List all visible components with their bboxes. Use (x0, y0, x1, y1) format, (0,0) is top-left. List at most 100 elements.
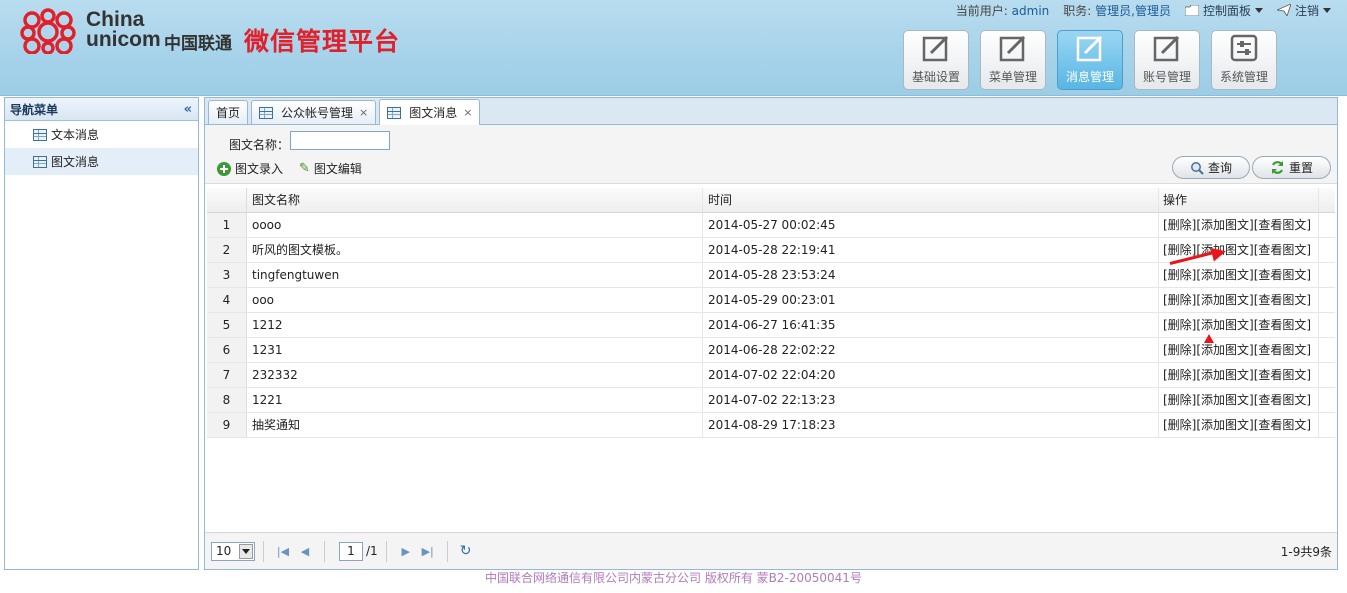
row-index: 1 (207, 213, 247, 237)
collapse-icon[interactable]: « (184, 102, 192, 117)
close-icon[interactable]: × (359, 106, 368, 119)
column-header-index (207, 188, 247, 212)
view-news-link[interactable]: [查看图文] (1254, 318, 1311, 332)
cell-time: 2014-08-29 17:18:23 (703, 413, 1159, 437)
cell-time: 2014-07-02 22:13:23 (703, 388, 1159, 412)
page-number-input[interactable]: 1 (339, 541, 363, 561)
sliders-icon (1230, 34, 1258, 62)
table-row[interactable]: 7 232332 2014-07-02 22:04:20 [删除][添加图文][查看图… (207, 363, 1335, 388)
add-news-link[interactable]: [添加图文] (1196, 393, 1253, 407)
refresh-icon (1271, 161, 1283, 174)
view-news-link[interactable]: [查看图文] (1254, 243, 1311, 257)
view-news-link[interactable]: [查看图文] (1254, 393, 1311, 407)
delete-link[interactable]: [删除] (1163, 268, 1196, 282)
table-row[interactable]: 2 听风的图文模板。 2014-05-28 22:19:41 [删除][添加图文][查… (207, 238, 1335, 263)
news-table: 图文名称 时间 操作 1 oooo 2014-05-27 00:02:45 [删除][… (207, 188, 1335, 438)
close-icon[interactable]: × (463, 106, 472, 119)
cell-operations: [删除][添加图文][查看图文] (1159, 413, 1319, 437)
tab-news-message[interactable]: 图文消息 × (379, 99, 481, 125)
prev-page-button[interactable]: ◀ (294, 545, 316, 558)
cell-time: 2014-06-28 22:02:22 (703, 338, 1159, 362)
table-icon (33, 128, 47, 141)
cell-operations: [删除][添加图文][查看图文] (1159, 288, 1319, 312)
table-row[interactable]: 3 tingfengtuwen 2014-05-28 23:53:24 [删除][添加… (207, 263, 1335, 288)
cell-operations: [删除][添加图文][查看图文] (1159, 338, 1319, 362)
logout-menu[interactable]: 注销 (1276, 2, 1331, 19)
module-message-management[interactable]: 消息管理 (1057, 30, 1123, 90)
module-system-management[interactable]: 系统管理 (1211, 30, 1277, 90)
row-index: 5 (207, 313, 247, 337)
add-news-link[interactable]: [添加图文] (1196, 318, 1253, 332)
cell-news-name: 1221 (247, 388, 703, 412)
delete-link[interactable]: [删除] (1163, 243, 1196, 257)
table-row[interactable]: 1 oooo 2014-05-27 00:02:45 [删除][添加图文][查看图文] (207, 213, 1335, 238)
add-icon (217, 161, 231, 176)
view-news-link[interactable]: [查看图文] (1254, 218, 1311, 232)
add-news-link[interactable]: [添加图文] (1196, 343, 1253, 357)
table-row[interactable]: 5 1212 2014-06-27 16:41:35 [删除][添加图文][查看图文] (207, 313, 1335, 338)
edit-icon (999, 35, 1026, 62)
platform-title: 微信管理平台 (244, 27, 401, 56)
delete-link[interactable]: [删除] (1163, 218, 1196, 232)
cell-news-name: tingfengtuwen (247, 263, 703, 287)
view-news-link[interactable]: [查看图文] (1254, 343, 1311, 357)
control-panel-menu[interactable]: 控制面板 (1184, 2, 1263, 19)
current-user: 当前用户: admin (955, 3, 1050, 18)
nav-item-news-message[interactable]: 图文消息 (5, 148, 198, 175)
unicom-logo (20, 8, 76, 54)
delete-link[interactable]: [删除] (1163, 293, 1196, 307)
module-basic-settings[interactable]: 基础设置 (903, 30, 969, 90)
view-news-link[interactable]: [查看图文] (1254, 268, 1311, 282)
row-index: 3 (207, 263, 247, 287)
delete-link[interactable]: [删除] (1163, 343, 1196, 357)
refresh-icon[interactable]: ↻ (460, 543, 472, 559)
news-name-input[interactable] (290, 131, 390, 150)
pagination-bar: 10 |◀ ◀ 1 /1 ▶ ▶| ↻ 1-9共9条 (205, 532, 1337, 569)
add-news-button[interactable]: 图文录入 (217, 160, 283, 177)
cell-news-name: 1231 (247, 338, 703, 362)
table-row[interactable]: 9 抽奖通知 2014-08-29 17:18:23 [删除][添加图文][查看图文] (207, 413, 1335, 438)
column-header-name[interactable]: 图文名称 (247, 188, 703, 212)
delete-link[interactable]: [删除] (1163, 368, 1196, 382)
user-role: 职务: 管理员,管理员 (1063, 3, 1171, 18)
reset-button[interactable]: 重置 (1252, 156, 1331, 179)
column-header-time[interactable]: 时间 (703, 188, 1159, 212)
cell-news-name: 抽奖通知 (247, 413, 703, 437)
first-page-button[interactable]: |◀ (272, 545, 294, 558)
cell-news-name: 听风的图文模板。 (247, 238, 703, 262)
row-index: 2 (207, 238, 247, 262)
cell-operations: [删除][添加图文][查看图文] (1159, 263, 1319, 287)
edit-icon (922, 35, 949, 62)
page-size-select[interactable]: 10 (211, 541, 255, 561)
add-news-link[interactable]: [添加图文] (1196, 268, 1253, 282)
cell-time: 2014-05-28 22:19:41 (703, 238, 1159, 262)
table-row[interactable]: 8 1221 2014-07-02 22:13:23 [删除][添加图文][查看图文] (207, 388, 1335, 413)
pencil-icon: ✎ (299, 161, 310, 176)
tab-home[interactable]: 首页 (208, 100, 249, 124)
view-news-link[interactable]: [查看图文] (1254, 293, 1311, 307)
table-row[interactable]: 4 ooo 2014-05-29 00:23:01 [删除][添加图文][查看图文] (207, 288, 1335, 313)
last-page-button[interactable]: ▶| (417, 545, 439, 558)
row-index: 6 (207, 338, 247, 362)
next-page-button[interactable]: ▶ (395, 545, 417, 558)
view-news-link[interactable]: [查看图文] (1254, 418, 1311, 432)
cell-time: 2014-05-27 00:02:45 (703, 213, 1159, 237)
view-news-link[interactable]: [查看图文] (1254, 368, 1311, 382)
brand-english: China unicom (86, 8, 161, 51)
add-news-link[interactable]: [添加图文] (1196, 418, 1253, 432)
caret-down-icon (1323, 7, 1331, 13)
edit-news-button[interactable]: ✎ 图文编辑 (299, 160, 362, 177)
delete-link[interactable]: [删除] (1163, 318, 1196, 332)
add-news-link[interactable]: [添加图文] (1196, 293, 1253, 307)
delete-link[interactable]: [删除] (1163, 393, 1196, 407)
table-row[interactable]: 6 1231 2014-06-28 22:02:22 [删除][添加图文][查看图文] (207, 338, 1335, 363)
add-news-link[interactable]: [添加图文] (1196, 368, 1253, 382)
tab-public-account[interactable]: 公众帐号管理 × (251, 100, 377, 124)
module-account-management[interactable]: 账号管理 (1134, 30, 1200, 90)
query-button[interactable]: 查询 (1172, 156, 1250, 179)
delete-link[interactable]: [删除] (1163, 418, 1196, 432)
table-icon (387, 106, 402, 119)
nav-item-text-message[interactable]: 文本消息 (5, 121, 198, 148)
module-menu-management[interactable]: 菜单管理 (980, 30, 1046, 90)
add-news-link[interactable]: [添加图文] (1196, 218, 1253, 232)
